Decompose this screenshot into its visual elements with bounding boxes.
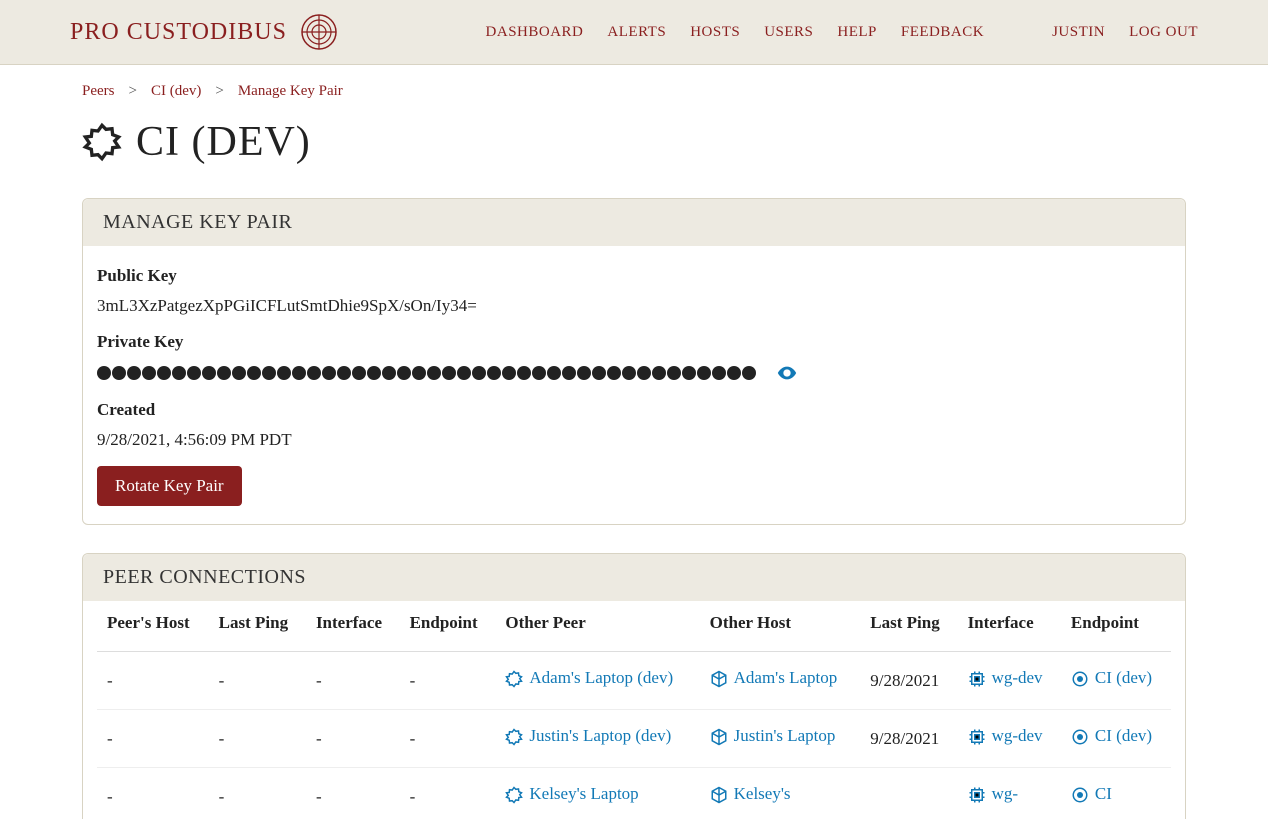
endpoint-link-label: CI (dev) <box>1095 668 1152 688</box>
created-value: 9/28/2021, 4:56:09 PM PDT <box>97 430 1171 450</box>
endpoint-link[interactable]: CI (dev) <box>1071 726 1152 746</box>
record-icon <box>1071 726 1089 746</box>
other-peer-link-label: Justin's Laptop (dev) <box>529 726 671 746</box>
nav-help[interactable]: HELP <box>837 24 877 41</box>
private-key-masked <box>97 366 756 380</box>
cell: - <box>306 710 400 768</box>
eye-icon[interactable] <box>776 362 798 384</box>
nav-user[interactable]: JUSTIN <box>1052 24 1105 41</box>
cell <box>860 768 957 819</box>
cell: - <box>400 710 496 768</box>
interface-link[interactable]: wg-dev <box>968 726 1043 746</box>
cell: - <box>400 652 496 710</box>
cell: 9/28/2021 <box>860 652 957 710</box>
interface-link-label: wg-dev <box>992 668 1043 688</box>
other-host-link-label: Adam's Laptop <box>734 668 838 688</box>
chip-icon <box>968 668 986 688</box>
table-row: ---- Kelsey's Laptop Kelsey's wg- CI <box>97 768 1171 819</box>
panel-peer-connections: PEER CONNECTIONS Peer's Host Last Ping I… <box>82 553 1186 819</box>
brand-text: PRO CUSTODIBUS <box>70 19 287 46</box>
nav-hosts[interactable]: HOSTS <box>690 24 740 41</box>
cell: - <box>209 710 306 768</box>
private-key-label: Private Key <box>97 332 1171 352</box>
cell: - <box>306 768 400 819</box>
col-interface-b: Interface <box>958 601 1061 652</box>
cell: - <box>97 710 209 768</box>
other-host-link[interactable]: Justin's Laptop <box>710 726 836 746</box>
public-key-label: Public Key <box>97 266 1171 286</box>
endpoint-link[interactable]: CI (dev) <box>1071 668 1152 688</box>
endpoint-link[interactable]: CI <box>1071 784 1112 804</box>
nav-logout[interactable]: LOG OUT <box>1129 24 1198 41</box>
col-endpoint-b: Endpoint <box>1061 601 1171 652</box>
cube-icon <box>710 784 728 804</box>
other-peer-link[interactable]: Kelsey's Laptop <box>505 784 638 804</box>
cell: 9/28/2021 <box>860 710 957 768</box>
cell: - <box>97 652 209 710</box>
cell: - <box>306 652 400 710</box>
cell: - <box>209 652 306 710</box>
interface-link-label: wg-dev <box>992 726 1043 746</box>
record-icon <box>1071 668 1089 688</box>
peer-connections-table: Peer's Host Last Ping Interface Endpoint… <box>97 601 1171 819</box>
breadcrumb-sep: > <box>215 83 223 100</box>
chip-icon <box>968 784 986 804</box>
col-last-ping-b: Last Ping <box>860 601 957 652</box>
cube-icon <box>710 726 728 746</box>
badge-icon <box>505 668 523 688</box>
page-title-text: CI (DEV) <box>136 118 311 166</box>
badge-icon <box>505 784 523 804</box>
interface-link[interactable]: wg-dev <box>968 668 1043 688</box>
chip-icon <box>968 726 986 746</box>
breadcrumb-peers[interactable]: Peers <box>82 83 115 100</box>
cube-icon <box>710 668 728 688</box>
panel-header: MANAGE KEY PAIR <box>83 199 1185 246</box>
breadcrumb-current: Manage Key Pair <box>238 83 343 100</box>
panel-header: PEER CONNECTIONS <box>83 554 1185 601</box>
other-host-link-label: Justin's Laptop <box>734 726 836 746</box>
other-peer-link[interactable]: Justin's Laptop (dev) <box>505 726 671 746</box>
other-host-link[interactable]: Kelsey's <box>710 784 791 804</box>
col-last-ping-a: Last Ping <box>209 601 306 652</box>
topbar: PRO CUSTODIBUS DASHBOARD ALERTS HOSTS US… <box>0 0 1268 65</box>
endpoint-link-label: CI (dev) <box>1095 726 1152 746</box>
panel-manage-key-pair: MANAGE KEY PAIR Public Key 3mL3XzPatgezX… <box>82 198 1186 525</box>
breadcrumb-sep: > <box>129 83 137 100</box>
created-label: Created <box>97 400 1171 420</box>
other-peer-link-label: Kelsey's Laptop <box>529 784 638 804</box>
col-peers-host: Peer's Host <box>97 601 209 652</box>
interface-link[interactable]: wg- <box>968 784 1018 804</box>
rotate-key-pair-button[interactable]: Rotate Key Pair <box>97 466 242 506</box>
cell: - <box>209 768 306 819</box>
cell: - <box>400 768 496 819</box>
breadcrumb: Peers > CI (dev) > Manage Key Pair <box>82 83 1186 100</box>
page-title: CI (DEV) <box>82 118 1186 166</box>
nav-alerts[interactable]: ALERTS <box>607 24 666 41</box>
nav-dashboard[interactable]: DASHBOARD <box>486 24 584 41</box>
col-endpoint-a: Endpoint <box>400 601 496 652</box>
cell: - <box>97 768 209 819</box>
public-key-value: 3mL3XzPatgezXpPGiICFLutSmtDhie9SpX/sOn/I… <box>97 296 1171 316</box>
breadcrumb-ci[interactable]: CI (dev) <box>151 83 201 100</box>
other-peer-link-label: Adam's Laptop (dev) <box>529 668 673 688</box>
brand[interactable]: PRO CUSTODIBUS <box>70 12 339 52</box>
col-interface-a: Interface <box>306 601 400 652</box>
other-host-link-label: Kelsey's <box>734 784 791 804</box>
badge-icon <box>82 122 122 162</box>
top-nav: DASHBOARD ALERTS HOSTS USERS HELP FEEDBA… <box>486 24 1198 41</box>
interface-link-label: wg- <box>992 784 1018 804</box>
table-row: ---- Adam's Laptop (dev) Adam's Laptop9/… <box>97 652 1171 710</box>
col-other-peer: Other Peer <box>495 601 699 652</box>
other-host-link[interactable]: Adam's Laptop <box>710 668 838 688</box>
nav-users[interactable]: USERS <box>764 24 813 41</box>
badge-icon <box>505 726 523 746</box>
endpoint-link-label: CI <box>1095 784 1112 804</box>
table-row: ---- Justin's Laptop (dev) Justin's Lapt… <box>97 710 1171 768</box>
record-icon <box>1071 784 1089 804</box>
brand-seal-icon <box>299 12 339 52</box>
other-peer-link[interactable]: Adam's Laptop (dev) <box>505 668 673 688</box>
col-other-host: Other Host <box>700 601 861 652</box>
nav-feedback[interactable]: FEEDBACK <box>901 24 984 41</box>
